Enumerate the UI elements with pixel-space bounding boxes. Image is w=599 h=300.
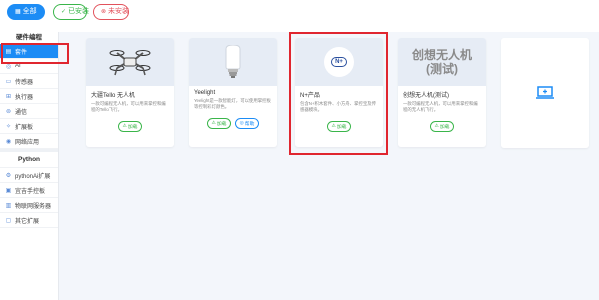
- sidebar-item-label: 宜吉手控板: [15, 188, 46, 195]
- sidebar-item-expansion[interactable]: ✧ 扩展板: [0, 119, 58, 134]
- expansion-board-icon: ✧: [5, 123, 12, 130]
- card-title: 创想无人机(测试): [403, 93, 449, 99]
- sidebar: 硬件编程 ▤ 套件 ◎ AI ▭ 传感器 ⊞ 执行器 ⊚ 通信 ✧ 扩展板 ◉ …: [0, 32, 59, 300]
- load-label: 加载: [216, 122, 227, 127]
- sidebar-item-iot[interactable]: ▥ 物联网服务器: [0, 198, 58, 213]
- kit-icon: ▤: [5, 48, 12, 55]
- load-icon: ⚠: [331, 124, 336, 129]
- sidebar-group-title-python: Python: [0, 152, 58, 168]
- drone-icon: [109, 50, 151, 76]
- card-title: Yeelight: [194, 90, 216, 96]
- sidebar-item-label: 通信: [15, 109, 28, 116]
- extension-card-yeelight[interactable]: Yeelight Yeelight是一款智能灯，可以使用掌控板等控制彩灯颜色。 …: [189, 38, 277, 147]
- laptop-add-icon: [536, 86, 554, 99]
- nplus-logo-text: N+: [331, 57, 347, 67]
- card-title: N+产品: [300, 93, 320, 99]
- sidebar-group-title: 硬件编程: [16, 34, 42, 41]
- sidebar-item-ai[interactable]: ◎ AI: [0, 59, 58, 74]
- filter-uninstalled-button[interactable]: ⊗ 未安装: [93, 4, 129, 20]
- sidebar-item-label: pythonAi扩展: [15, 173, 51, 180]
- load-button[interactable]: ⚠ 加载: [430, 121, 454, 132]
- help-label: 帮助: [244, 122, 255, 127]
- check-circle-icon: ✓: [61, 9, 67, 15]
- sidebar-item-actuator[interactable]: ⊞ 执行器: [0, 89, 58, 104]
- sidebar-item-label: 网络应用: [15, 139, 40, 146]
- sidebar-item-label: AI: [15, 63, 21, 69]
- sensor-icon: ▭: [5, 78, 12, 85]
- card-image-text-line1: 创想无人机: [411, 48, 472, 62]
- card-description: Yeelight是一款智能灯，可以使用掌控板等控制彩灯颜色。: [194, 98, 271, 109]
- load-icon: ⚠: [122, 124, 127, 129]
- extension-card-tello[interactable]: 大疆Tello 无人机 一款可编程无人机，可以用来掌控和编程的Tello飞行。 …: [86, 38, 174, 147]
- sidebar-item-other[interactable]: ▢ 其它扩展: [0, 213, 58, 228]
- load-icon: ⚠: [434, 124, 439, 129]
- load-button[interactable]: ⚠ 加载: [207, 118, 231, 129]
- sidebar-item-kit[interactable]: ▤ 套件: [0, 44, 58, 59]
- load-icon: ⚠: [211, 121, 216, 126]
- load-button[interactable]: ⚠ 加载: [118, 121, 142, 132]
- sidebar-item-sensor[interactable]: ▭ 传感器: [0, 74, 58, 89]
- card-image: [86, 38, 174, 86]
- extension-card-nplus[interactable]: N+ N+产品 包含N+积木套件、小方舟、掌控宝及传感器模块。 ⚠ 加载: [295, 38, 383, 147]
- sidebar-item-label: 其它扩展: [15, 218, 40, 225]
- sidebar-item-network[interactable]: ◉ 网络应用: [0, 134, 58, 149]
- card-image-text-line2: (测试): [426, 62, 458, 76]
- load-label: 加载: [336, 125, 347, 130]
- filter-all-label: 全部: [22, 8, 37, 15]
- ai-icon: ◎: [5, 63, 12, 70]
- python-ai-icon: ⚙: [5, 172, 12, 179]
- sidebar-item-controller[interactable]: ▣ 宜吉手控板: [0, 183, 58, 198]
- add-extension-card[interactable]: [501, 38, 589, 148]
- extension-card-chuangxiang[interactable]: 创想无人机 (测试) 创想无人机(测试) 一款可编程无人机，可以用来掌控和编程的…: [398, 38, 486, 147]
- filter-installed-label: 已安装: [68, 8, 90, 15]
- network-app-icon: ◉: [5, 138, 12, 145]
- sidebar-item-python-ai[interactable]: ⚙ pythonAi扩展: [0, 168, 58, 183]
- load-label: 加载: [439, 125, 450, 130]
- extension-grid: 大疆Tello 无人机 一款可编程无人机，可以用来掌控和编程的Tello飞行。 …: [59, 32, 599, 300]
- other-ext-icon: ▢: [5, 217, 12, 224]
- card-image: 创想无人机 (测试): [398, 38, 486, 86]
- card-image: N+: [295, 38, 383, 86]
- sidebar-item-label: 套件: [15, 49, 28, 56]
- card-description: 一款可编程无人机，可以用来掌控和编程的无人机飞行。: [403, 101, 478, 112]
- controller-icon: ▣: [5, 187, 12, 194]
- sidebar-item-label: 传感器: [15, 79, 34, 86]
- sidebar-item-label: 扩展板: [15, 124, 34, 131]
- actuator-icon: ⊞: [5, 93, 12, 100]
- iot-server-icon: ▥: [5, 202, 12, 209]
- card-title: 大疆Tello 无人机: [91, 93, 136, 99]
- filter-all-button[interactable]: ▦ 全部: [7, 4, 45, 20]
- filter-uninstalled-label: 未安装: [108, 8, 130, 15]
- card-description: 一款可编程无人机，可以用来掌控和编程的Tello飞行。: [91, 101, 166, 112]
- filter-installed-button[interactable]: ✓ 已安装: [53, 4, 90, 20]
- grid-icon: ▦: [15, 9, 21, 15]
- communication-icon: ⊚: [5, 108, 12, 115]
- nplus-logo-icon: N+: [324, 47, 354, 77]
- sidebar-item-label: 执行器: [15, 94, 34, 101]
- sidebar-item-label: 物联网服务器: [15, 203, 52, 210]
- bulb-icon: [225, 45, 241, 78]
- filter-bar: ▦ 全部 ✓ 已安装 ⊗ 未安装: [0, 0, 599, 32]
- card-description: 包含N+积木套件、小方舟、掌控宝及传感器模块。: [300, 101, 376, 112]
- x-circle-icon: ⊗: [101, 9, 107, 15]
- load-label: 加载: [127, 125, 138, 130]
- help-button[interactable]: ◎ 帮助: [235, 118, 259, 129]
- sidebar-item-communication[interactable]: ⊚ 通信: [0, 104, 58, 119]
- load-button[interactable]: ⚠ 加载: [327, 121, 351, 132]
- help-icon: ◎: [239, 121, 244, 126]
- card-image: [189, 38, 277, 86]
